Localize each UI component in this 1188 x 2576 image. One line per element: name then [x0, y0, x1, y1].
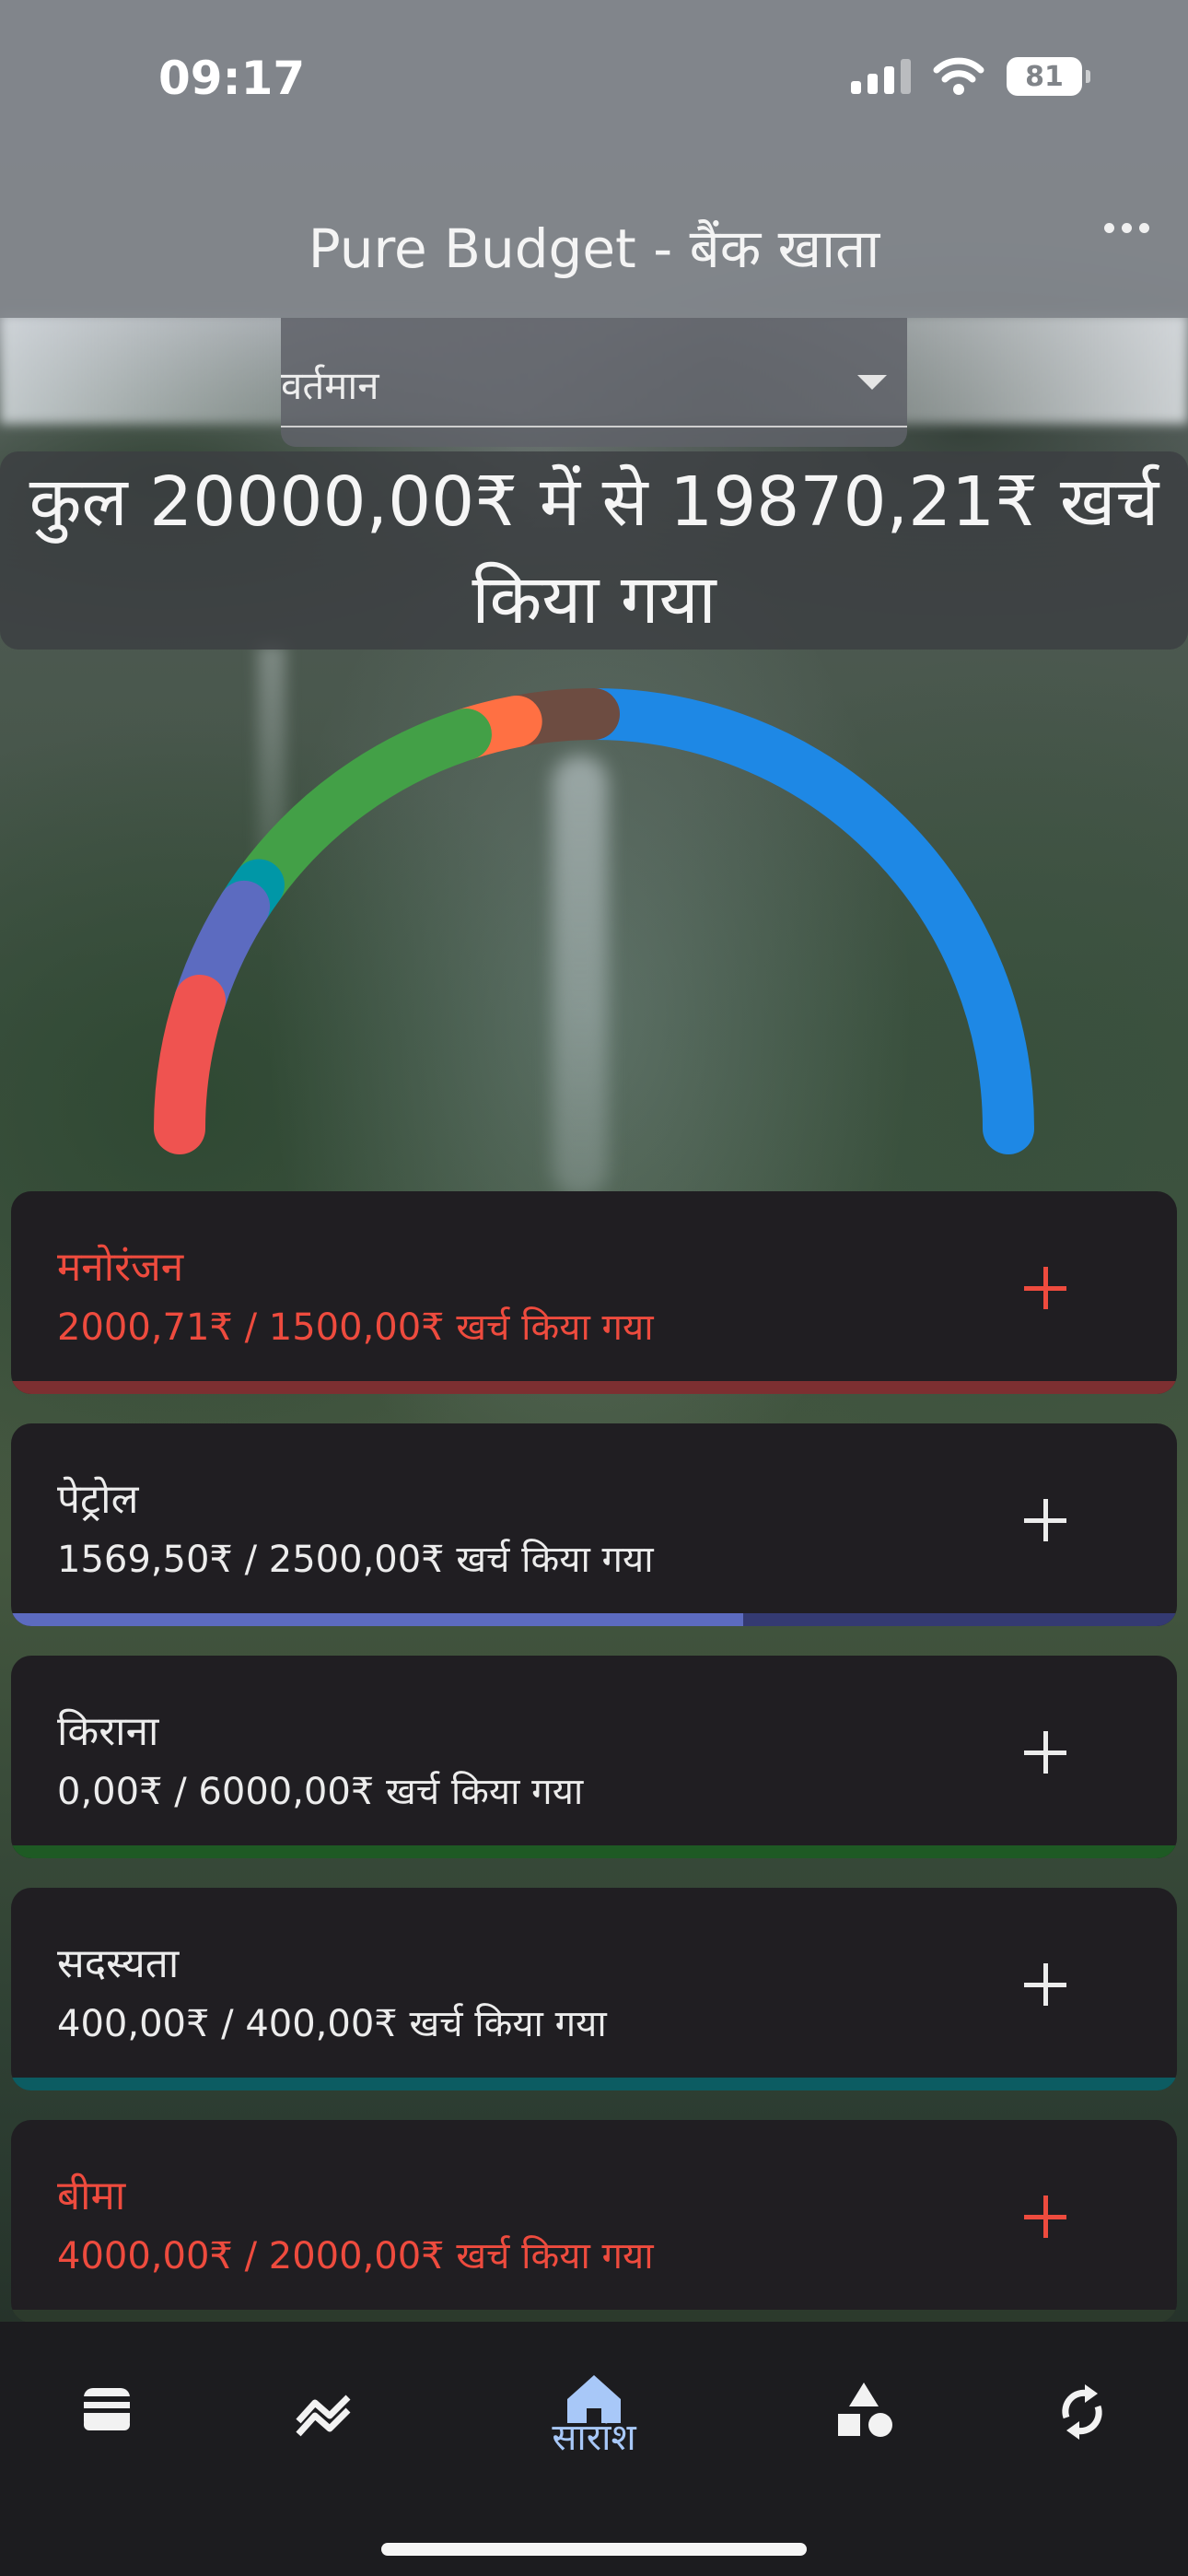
status-time: 09:17	[158, 52, 306, 105]
category-name: मनोरंजन	[57, 1244, 184, 1291]
category-amount: 2000,71₹ / 1500,00₹ खर्च किया गया	[57, 1306, 654, 1349]
category-amount: 400,00₹ / 400,00₹ खर्च किया गया	[57, 2003, 607, 2045]
app-bar: 09:17 81 Pure Budget - बैंक खाता	[0, 0, 1188, 318]
add-expense-icon[interactable]	[1024, 1499, 1066, 1541]
progress-bar	[11, 1381, 1177, 1394]
progress-bar	[11, 2310, 1177, 2323]
category-card[interactable]: पेट्रोल 1569,50₹ / 2500,00₹ खर्च किया गया	[11, 1423, 1177, 1626]
progress-bar	[11, 1845, 1177, 1858]
bottom-navigation: सारांश	[0, 2322, 1188, 2576]
progress-fill	[11, 2078, 1177, 2090]
page-title: Pure Budget - बैंक खाता	[308, 217, 880, 280]
period-value: वर्तमान	[281, 363, 379, 408]
category-name: किराना	[57, 1708, 159, 1755]
more-icon[interactable]	[1104, 223, 1149, 233]
battery-icon: 81	[1007, 57, 1090, 96]
gauge-segment	[154, 974, 227, 1154]
add-expense-icon[interactable]	[1024, 1963, 1066, 2006]
signal-icon	[851, 59, 911, 94]
nav-label-summary[interactable]: सारांश	[0, 2410, 1188, 2461]
wifi-icon	[933, 57, 984, 95]
summary-text: कुल 20000,00₹ में से 19870,21₹ खर्च किया…	[29, 462, 1159, 639]
add-expense-icon[interactable]	[1024, 2195, 1066, 2238]
add-expense-icon[interactable]	[1024, 1267, 1066, 1309]
gauge-segment	[568, 688, 1034, 1154]
progress-bar	[11, 2078, 1177, 2090]
category-name: बीमा	[57, 2172, 126, 2219]
category-card[interactable]: सदस्यता 400,00₹ / 400,00₹ खर्च किया गया	[11, 1888, 1177, 2090]
category-card[interactable]: मनोरंजन 2000,71₹ / 1500,00₹ खर्च किया गया	[11, 1191, 1177, 1394]
progress-fill	[11, 2310, 1177, 2323]
home-indicator	[381, 2543, 807, 2556]
budget-gauge	[154, 688, 1034, 1154]
progress-fill	[11, 1381, 1177, 1394]
gauge-segment	[232, 708, 492, 911]
category-card[interactable]: किराना 0,00₹ / 6000,00₹ खर्च किया गया	[11, 1656, 1177, 1858]
category-name: सदस्यता	[57, 1940, 180, 1987]
progress-bar	[11, 1613, 1177, 1626]
period-dropdown[interactable]: वर्तमान	[281, 318, 907, 447]
status-icons: 81	[851, 57, 1090, 96]
chevron-down-icon	[857, 375, 887, 390]
category-amount: 4000,00₹ / 2000,00₹ खर्च किया गया	[57, 2235, 654, 2277]
category-name: पेट्रोल	[57, 1476, 139, 1523]
category-card[interactable]: बीमा 4000,00₹ / 2000,00₹ खर्च किया गया	[11, 2120, 1177, 2323]
add-expense-icon[interactable]	[1024, 1731, 1066, 1774]
dropdown-underline	[281, 426, 907, 427]
category-amount: 0,00₹ / 6000,00₹ खर्च किया गया	[57, 1771, 584, 1813]
budget-summary: कुल 20000,00₹ में से 19870,21₹ खर्च किया…	[0, 451, 1188, 650]
progress-fill	[11, 1613, 744, 1626]
category-amount: 1569,50₹ / 2500,00₹ खर्च किया गया	[57, 1539, 654, 1581]
